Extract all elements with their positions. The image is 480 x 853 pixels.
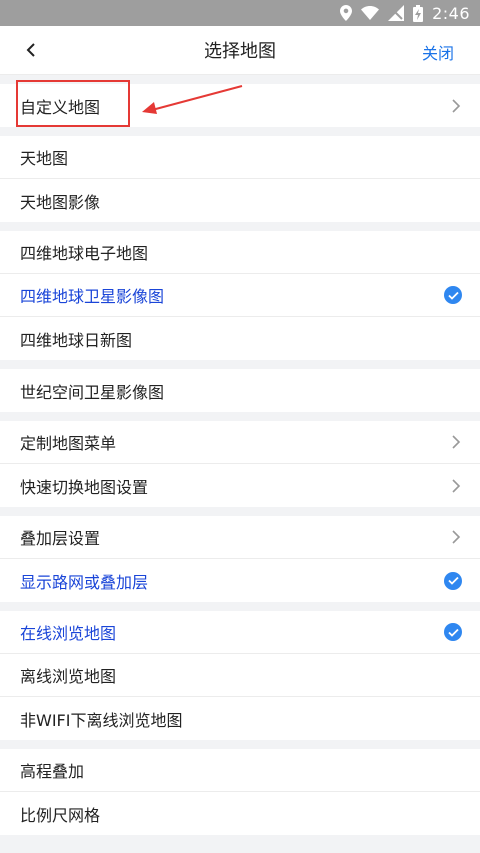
list-item-label: 显示路网或叠加层 [20,572,149,592]
battery-icon [413,4,424,22]
list-item[interactable]: 显示路网或叠加层 [0,559,480,602]
group-spacer [0,360,480,369]
page-title: 选择地图 [204,41,276,62]
list-item[interactable]: 天地图 [0,136,480,179]
close-button[interactable]: 关闭 [422,40,454,64]
check-icon [444,571,462,590]
back-button[interactable] [20,39,42,61]
list-item[interactable]: 非WIFI下离线浏览地图 [0,697,480,740]
status-bar: 2:46 [0,0,480,26]
list-item-label: 叠加层设置 [20,529,101,548]
list-item-label: 天地图影像 [20,192,101,212]
list-item[interactable]: 离线浏览地图 [0,654,480,697]
group-spacer [0,222,480,231]
list-item[interactable]: 自定义地图 [0,84,480,127]
option-group: 在线浏览地图 离线浏览地图非WIFI下离线浏览地图 [0,611,480,740]
list-item-label: 快速切换地图设置 [20,477,149,497]
list-item-label: 在线浏览地图 [20,624,117,643]
option-group: 高程叠加 比例尺网格 [0,749,480,835]
list-item-label: 世纪空间卫星影像图 [20,382,165,402]
list-item-label: 四维地球卫星影像图 [20,287,165,306]
list-item-label: 四维地球电子地图 [20,244,149,263]
group-spacer [0,127,480,136]
group-spacer [0,740,480,749]
status-time: 2:46 [432,3,470,23]
check-icon [444,286,462,304]
map-options-list: 自定义地图天地图天地图影像四维地球电子地图 四维地球卫星影像图 四维地球日新图世纪空… [0,75,480,835]
list-item-label: 离线浏览地图 [20,667,117,686]
option-group: 四维地球电子地图 四维地球卫星影像图 四维地球日新图 [0,231,480,360]
list-item[interactable]: 快速切换地图设置 [0,464,480,507]
group-spacer [0,507,480,516]
chevron-right-icon [452,478,461,493]
list-item[interactable]: 四维地球卫星影像图 [0,274,480,317]
list-item-label: 定制地图菜单 [20,434,117,453]
chevron-right-icon [452,98,461,113]
list-item[interactable]: 四维地球电子地图 [0,231,480,274]
option-group: 天地图 天地图影像 [0,136,480,222]
list-item-label: 非WIFI下离线浏览地图 [20,710,183,730]
list-item-label: 自定义地图 [20,97,101,117]
wifi-icon [361,6,380,20]
list-item[interactable]: 在线浏览地图 [0,611,480,654]
list-item[interactable]: 世纪空间卫星影像图 [0,369,480,412]
list-item-label: 四维地球日新图 [20,330,133,350]
chevron-left-icon [26,43,35,57]
chevron-right-icon [452,530,461,544]
signal-icon [388,5,405,21]
list-item[interactable]: 四维地球日新图 [0,317,480,360]
group-spacer [0,602,480,611]
list-item-label: 比例尺网格 [20,805,101,825]
list-item[interactable]: 叠加层设置 [0,516,480,559]
list-item[interactable]: 比例尺网格 [0,792,480,835]
chevron-right-icon [452,435,461,449]
list-item[interactable]: 天地图影像 [0,179,480,222]
list-item[interactable]: 高程叠加 [0,749,480,792]
option-group: 叠加层设置显示路网或叠加层 [0,516,480,602]
group-spacer [0,75,480,84]
location-icon [340,5,353,21]
option-group: 自定义地图 [0,84,480,127]
check-icon [444,623,462,641]
list-item[interactable]: 定制地图菜单 [0,421,480,464]
option-group: 定制地图菜单快速切换地图设置 [0,421,480,507]
option-group: 世纪空间卫星影像图 [0,369,480,412]
list-item-label: 高程叠加 [20,762,85,781]
group-spacer [0,412,480,421]
list-item-label: 天地图 [20,149,69,168]
header: 选择地图 关闭 [0,26,480,75]
